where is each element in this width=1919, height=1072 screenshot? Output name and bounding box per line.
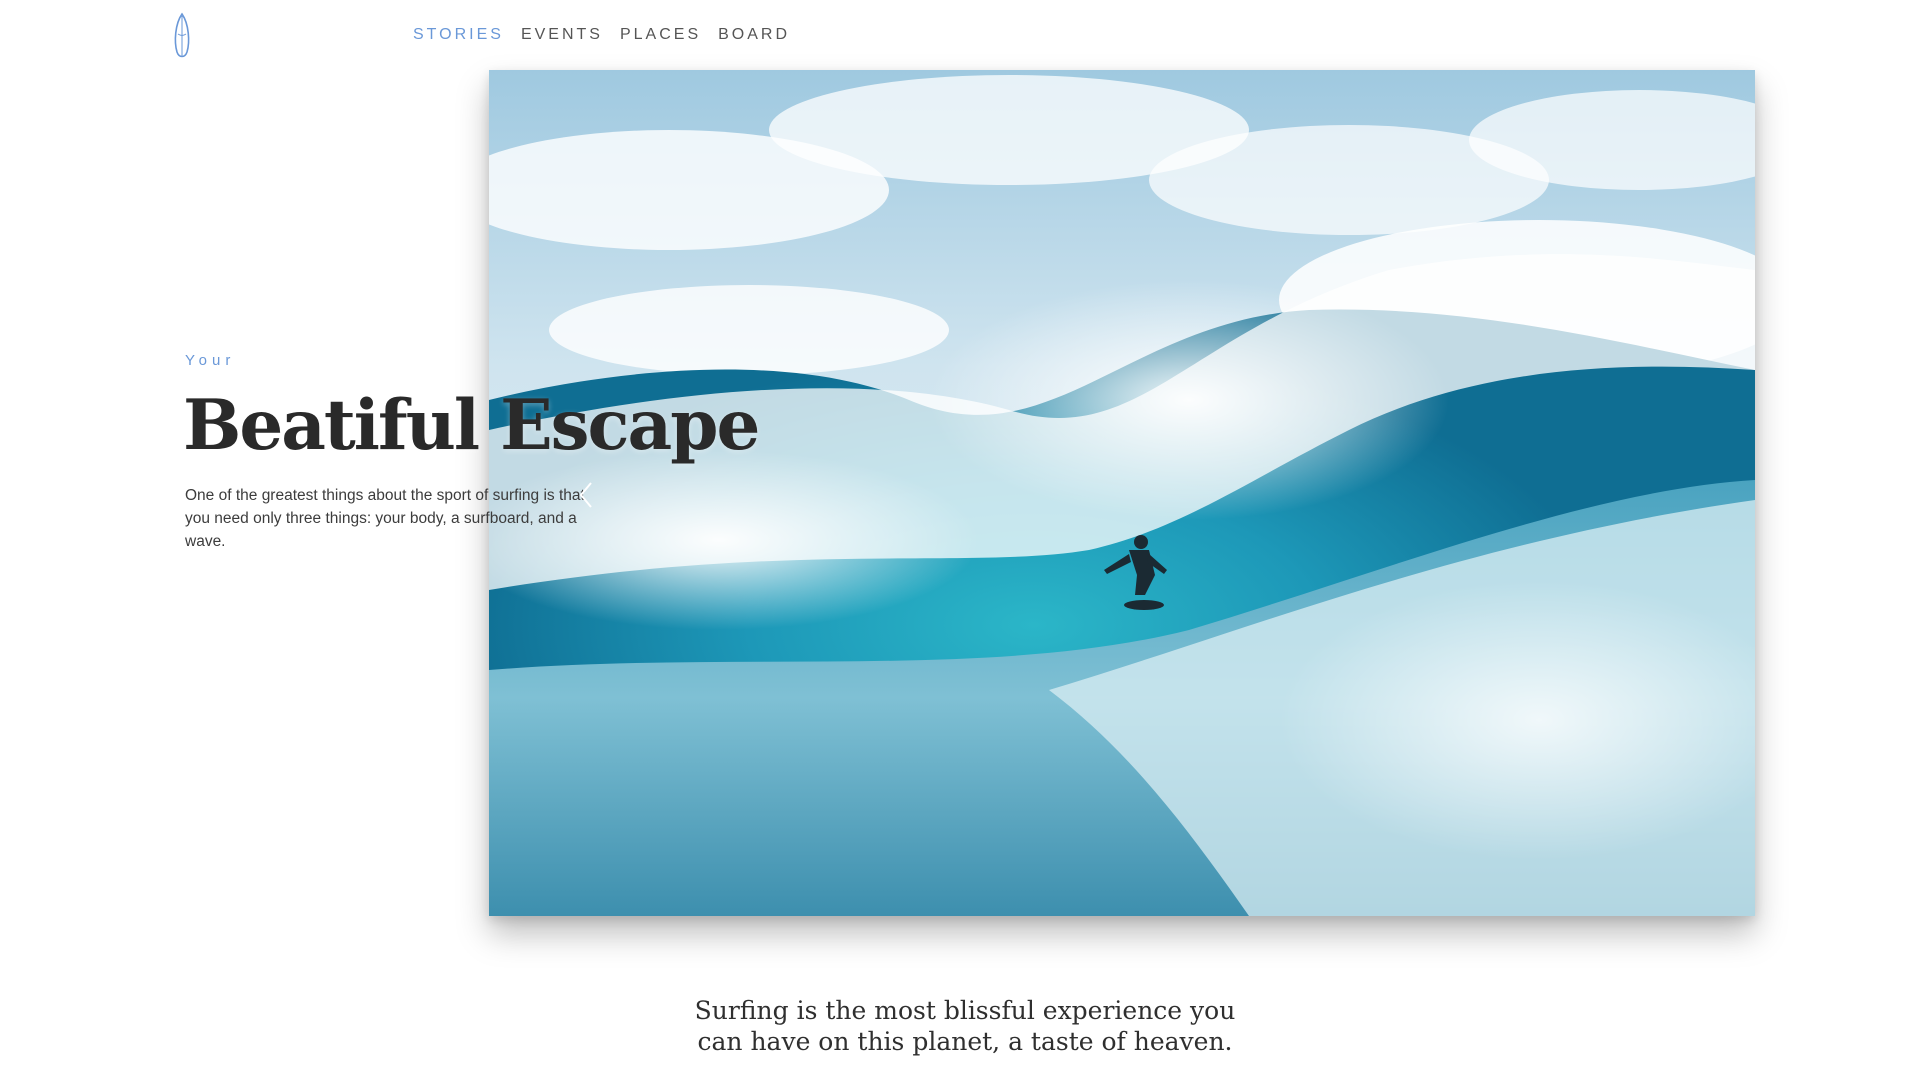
nav-stories[interactable]: STORIES (413, 26, 504, 43)
hero-title: Beatiful Escape (183, 385, 760, 466)
hero-image (489, 70, 1755, 916)
nav-places[interactable]: PLACES (620, 26, 701, 43)
quote-line-1: Surfing is the most blissful experience … (694, 996, 1236, 1025)
hero-eyebrow: Your (185, 352, 236, 369)
quote-line-2: can have on this planet, a taste of heav… (697, 1027, 1233, 1056)
nav-events[interactable]: EVENTS (521, 26, 603, 43)
chevron-left-icon[interactable] (576, 480, 596, 510)
quote: Surfing is the most blissful experience … (600, 995, 1330, 1057)
hero-description: One of the greatest things about the spo… (185, 487, 585, 550)
surfboard-logo-icon[interactable] (172, 12, 192, 62)
main-nav: STORIES EVENTS PLACES BOARD (413, 26, 790, 44)
nav-board[interactable]: BOARD (718, 26, 790, 43)
